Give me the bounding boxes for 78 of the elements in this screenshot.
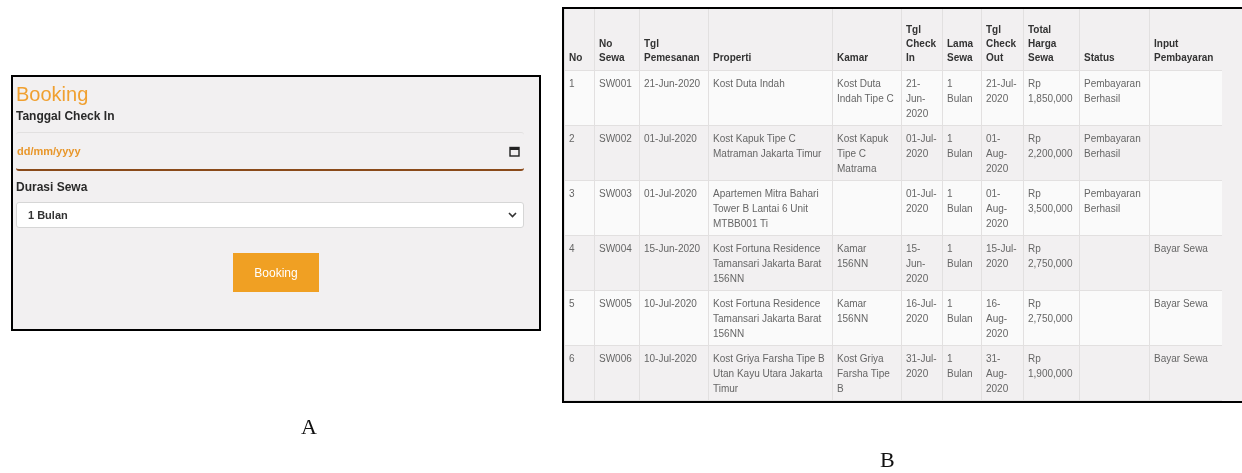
table-cell: 5 <box>569 298 575 309</box>
table-cell: 6 <box>569 353 575 364</box>
table-cell: Kost Fortuna Residence Tamansari Jakarta Barat 156NN <box>713 243 822 284</box>
pay-rent-link[interactable]: Bayar Sewa <box>1154 353 1208 364</box>
table-cell: SW003 <box>599 188 632 199</box>
calendar-icon[interactable] <box>509 145 520 157</box>
table-cell: SW006 <box>599 353 632 364</box>
table-cell: Kost Fortuna Residence Tamansari Jakarta Barat 156NN <box>713 298 822 339</box>
table-cell: 21-Jun-2020 <box>906 78 929 119</box>
table-cell: 16-Aug-2020 <box>986 298 1009 339</box>
table-cell: 15-Jun-2020 <box>906 243 929 284</box>
table-cell: Kost Kapuk Tipe C Matraman Jakarta Timur <box>713 133 822 159</box>
table-cell: Apartemen Mitra Bahari Tower B Lantai 6 Unit MTBB001 Ti <box>713 188 819 229</box>
table-cell: Rp 2,750,000 <box>1028 243 1073 269</box>
table-cell: 01-Jul-2020 <box>644 133 697 144</box>
table-cell: 15-Jun-2020 <box>644 243 701 254</box>
table-cell: 01-Jul-2020 <box>906 188 937 214</box>
field-label: Durasi Sewa <box>16 180 89 194</box>
table-cell: 10-Jul-2020 <box>644 353 697 364</box>
table-cell: 21-Jun-2020 <box>644 78 701 89</box>
table-cell: 16-Jul-2020 <box>906 298 937 324</box>
column-header: No Sewa <box>594 9 640 71</box>
pay-rent-link[interactable]: Bayar Sewa <box>1154 298 1208 309</box>
column-header: Tgl Check Out <box>981 9 1024 71</box>
table-cell: Rp 2,200,000 <box>1028 133 1073 159</box>
table-cell: Kost Duta Indah <box>713 78 785 89</box>
column-header: Kamar <box>832 9 902 71</box>
table-cell: 1 Bulan <box>947 298 973 324</box>
table-cell: 15-Jul-2020 <box>986 243 1017 269</box>
table-cell: 01-Aug-2020 <box>986 188 1009 229</box>
table-cell: Rp 1,900,000 <box>1028 353 1073 379</box>
table-cell: Kamar 156NN <box>837 298 869 324</box>
table-cell: 01-Aug-2020 <box>986 133 1009 174</box>
table-cell: SW005 <box>599 298 632 309</box>
table-cell: 01-Jul-2020 <box>644 188 697 199</box>
column-header: Input Pembayaran <box>1149 9 1222 71</box>
column-header: Tgl Check In <box>901 9 943 71</box>
table-cell: Rp 3,500,000 <box>1028 188 1073 214</box>
table-cell: 10-Jul-2020 <box>644 298 697 309</box>
table-cell: 2 <box>569 133 575 144</box>
table-cell: Kost Griya Farsha Tipe B Utan Kayu Utara Jakarta Timur <box>713 353 825 394</box>
table-cell: 3 <box>569 188 575 199</box>
table-cell: 21-Jul-2020 <box>986 78 1017 104</box>
duration-select[interactable]: 1 Bulan <box>16 202 524 228</box>
table-cell: SW001 <box>599 78 632 89</box>
table-cell: 01-Jul-2020 <box>906 133 937 159</box>
table-cell: Pembayaran Berhasil <box>1084 133 1141 159</box>
table-cell: 1 Bulan <box>947 353 973 379</box>
table-cell: Rp 1,850,000 <box>1028 78 1073 104</box>
table-cell: Kamar 156NN <box>837 243 869 269</box>
column-header: Lama Sewa <box>942 9 982 71</box>
table-cell: Kost Kapuk Tipe C Matrama <box>837 133 889 174</box>
table-cell: 1 Bulan <box>947 133 973 159</box>
figure-caption: A <box>301 414 318 440</box>
table-cell: 1 Bulan <box>947 78 973 104</box>
column-header: Total Harga Sewa <box>1023 9 1080 71</box>
table-cell: 1 Bulan <box>947 243 973 269</box>
figure-caption: B <box>880 447 896 473</box>
table-cell: Pembayaran Berhasil <box>1084 188 1141 214</box>
table-cell: 31-Jul-2020 <box>906 353 937 379</box>
table-cell: Rp 2,750,000 <box>1028 298 1073 324</box>
table-cell: 31-Aug-2020 <box>986 353 1009 394</box>
table-cell: 1 <box>569 78 575 89</box>
table-cell: Pembayaran Berhasil <box>1084 78 1141 104</box>
column-header: Tgl Pemesanan <box>639 9 709 71</box>
table-cell: SW004 <box>599 243 632 254</box>
chevron-down-icon <box>508 212 517 218</box>
column-header: Status <box>1079 9 1150 71</box>
table-cell: Kost Griya Farsha Tipe B <box>837 353 890 394</box>
field-label: Tanggal Check In <box>16 109 116 123</box>
table-cell: SW002 <box>599 133 632 144</box>
table-cell: 4 <box>569 243 575 254</box>
pay-rent-link[interactable]: Bayar Sewa <box>1154 243 1208 254</box>
table-cell: 1 Bulan <box>947 188 973 214</box>
column-header: Properti <box>708 9 833 71</box>
table-cell: Kost Duta Indah Tipe C <box>837 78 894 104</box>
form-title: Booking <box>16 83 90 105</box>
column-header: No <box>564 9 595 71</box>
